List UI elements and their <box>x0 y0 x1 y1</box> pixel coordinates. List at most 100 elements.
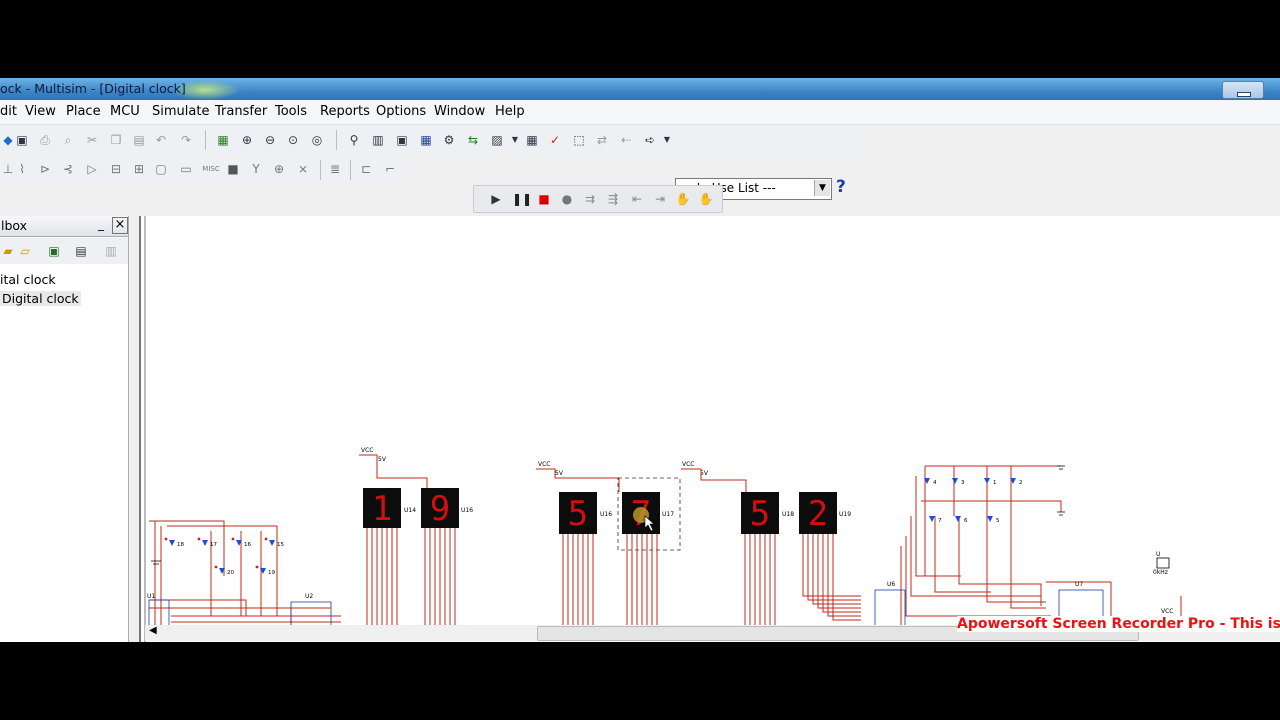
recorder-watermark: Apowersoft Screen Recorder Pro - This is… <box>957 616 1280 632</box>
zoom-fit-icon[interactable]: ◎ <box>309 132 325 148</box>
toolbar-separator <box>350 160 351 180</box>
advanced-peripherals-icon[interactable]: ■ <box>225 161 241 177</box>
breakpoint-icon[interactable]: ● <box>559 191 575 207</box>
display-u19: 2 U19 <box>799 492 851 534</box>
help-icon[interactable]: ? <box>836 177 854 197</box>
stop-icon[interactable]: ■ <box>536 191 552 207</box>
chip-u7: U7 <box>1058 581 1104 621</box>
spreadsheet-icon[interactable]: ▥ <box>370 132 386 148</box>
menu-options[interactable]: Options <box>376 104 426 119</box>
undo-icon[interactable]: ↶ <box>153 132 169 148</box>
open-folder-icon[interactable]: ▱ <box>17 243 33 259</box>
step-over-icon[interactable]: ⇶ <box>605 191 621 207</box>
close-icon[interactable]: × <box>112 217 128 234</box>
pause-icon[interactable]: ❚❚ <box>512 191 532 207</box>
tree-item-project[interactable]: ital clock <box>0 272 56 287</box>
menu-window[interactable]: Window <box>434 104 485 119</box>
pin-icon[interactable]: _ <box>98 217 104 231</box>
menu-view[interactable]: View <box>25 104 56 119</box>
transfer-icon[interactable]: ➪ <box>642 132 658 148</box>
misc-digital-icon[interactable]: ▢ <box>153 161 169 177</box>
led-ref: 5 <box>996 518 1000 524</box>
zoom-out-icon[interactable]: ⊖ <box>262 132 278 148</box>
misc-icon[interactable]: MISC <box>200 161 222 177</box>
grid-icon[interactable]: ▦ <box>418 132 434 148</box>
scroll-left-icon[interactable]: ◀ <box>149 625 157 636</box>
postprocessor-icon[interactable]: ▦ <box>524 132 540 148</box>
menu-edit[interactable]: dit <box>0 104 17 119</box>
led-ref: 1 <box>993 480 997 486</box>
zoom-area-icon[interactable]: ⊙ <box>285 132 301 148</box>
minimize-button[interactable] <box>1222 81 1264 99</box>
design-toolbox-icon[interactable]: ▣ <box>394 132 410 148</box>
toolbar-separator <box>205 130 206 150</box>
menu-simulate[interactable]: Simulate <box>152 104 209 119</box>
design-toolbox-header: lbox _ × <box>0 216 128 237</box>
print-icon[interactable]: ⎙ <box>37 132 53 148</box>
redo-icon[interactable]: ↷ <box>178 132 194 148</box>
run-icon[interactable]: ▶ <box>488 191 504 207</box>
back-annotate-icon[interactable]: ⇄ <box>594 132 610 148</box>
toggle-breakpoint-icon[interactable]: ✋ <box>675 191 691 207</box>
print-preview-icon[interactable]: ⌕ <box>60 132 76 148</box>
schematic-canvas[interactable]: VCC 5V VCC 5V VCC 5V 1 U14 9 U16 5 U16 U… <box>139 216 1280 642</box>
chevron-down-icon[interactable]: ▼ <box>659 132 675 148</box>
cmos-icon[interactable]: ⊞ <box>131 161 147 177</box>
menu-help[interactable]: Help <box>495 104 525 119</box>
fullscreen-icon[interactable]: ▦ <box>215 132 231 148</box>
new-sheet-icon[interactable]: ▣ <box>46 243 62 259</box>
led-ref: 2 <box>1019 480 1023 486</box>
component-wizard-icon[interactable]: ⇆ <box>465 132 481 148</box>
rf-icon[interactable]: Y <box>248 161 264 177</box>
select-area-icon[interactable]: ⬚ <box>571 132 587 148</box>
run-to-cursor-icon[interactable]: ⇥ <box>652 191 668 207</box>
wire-icon[interactable]: ⌐ <box>382 161 398 177</box>
chevron-down-icon[interactable]: ▼ <box>507 132 523 148</box>
main-toolbar: ◆ ▣ ⎙ ⌕ ✂ ❐ ▤ ↶ ↷ ▦ ⊕ ⊖ ⊙ ◎ ⚲ ▥ ▣ ▦ ⚙ ⇆ … <box>0 125 870 200</box>
display-digit: 5 <box>568 494 588 534</box>
display-digit: 9 <box>430 489 450 529</box>
save-icon[interactable]: ▣ <box>14 132 30 148</box>
tree-item-design[interactable]: Digital clock <box>0 291 81 306</box>
paste-icon[interactable]: ▤ <box>131 132 147 148</box>
forward-annotate-icon[interactable]: ⇠ <box>618 132 634 148</box>
led-ref: 18 <box>177 542 184 548</box>
menu-mcu[interactable]: MCU <box>110 104 140 119</box>
zoom-in-icon[interactable]: ⊕ <box>239 132 255 148</box>
mixed-icon[interactable]: ▭ <box>178 161 194 177</box>
led-ref: 17 <box>210 542 217 548</box>
minimize-icon <box>1237 92 1251 97</box>
step-into-icon[interactable]: ⇉ <box>582 191 598 207</box>
basic-icon[interactable]: ⌇ <box>14 161 30 177</box>
analog-icon[interactable]: ▷ <box>84 161 100 177</box>
diode-icon[interactable]: ⊳ <box>37 161 53 177</box>
design-toolbox-title: lbox <box>1 218 28 233</box>
clock-ref: U <box>1156 551 1160 558</box>
electromechanical-icon[interactable]: ⊕ <box>271 161 287 177</box>
transistor-icon[interactable]: ⊰ <box>60 161 76 177</box>
copy-icon[interactable]: ❐ <box>108 132 124 148</box>
display-ref: U17 <box>662 511 674 518</box>
ttl-icon[interactable]: ⊟ <box>108 161 124 177</box>
delete-icon[interactable]: ▥ <box>103 243 119 259</box>
menu-transfer[interactable]: Transfer <box>215 104 267 119</box>
menu-place[interactable]: Place <box>66 104 101 119</box>
folder-icon[interactable]: ▰ <box>0 243 16 259</box>
menu-reports[interactable]: Reports <box>320 104 370 119</box>
display-digit: 1 <box>372 489 392 529</box>
remove-breakpoints-icon[interactable]: ✋ <box>698 191 714 207</box>
grapher-icon[interactable]: ▨ <box>489 132 505 148</box>
right-led-cluster: 4 3 1 2 7 6 5 <box>900 465 1182 627</box>
database-icon[interactable]: ⚙ <box>441 132 457 148</box>
cut-icon[interactable]: ✂ <box>84 132 100 148</box>
led-ref: 19 <box>268 570 275 576</box>
hierarchical-block-icon[interactable]: ≣ <box>327 161 343 177</box>
mcu-icon[interactable]: ⨯ <box>295 161 311 177</box>
find-icon[interactable]: ⚲ <box>346 132 362 148</box>
bus-icon[interactable]: ⊏ <box>358 161 374 177</box>
new-page-icon[interactable]: ▤ <box>73 243 89 259</box>
menu-tools[interactable]: Tools <box>275 104 307 119</box>
erc-icon[interactable]: ✓ <box>547 132 563 148</box>
chevron-down-icon[interactable]: ▼ <box>814 180 830 196</box>
step-out-icon[interactable]: ⇤ <box>629 191 645 207</box>
